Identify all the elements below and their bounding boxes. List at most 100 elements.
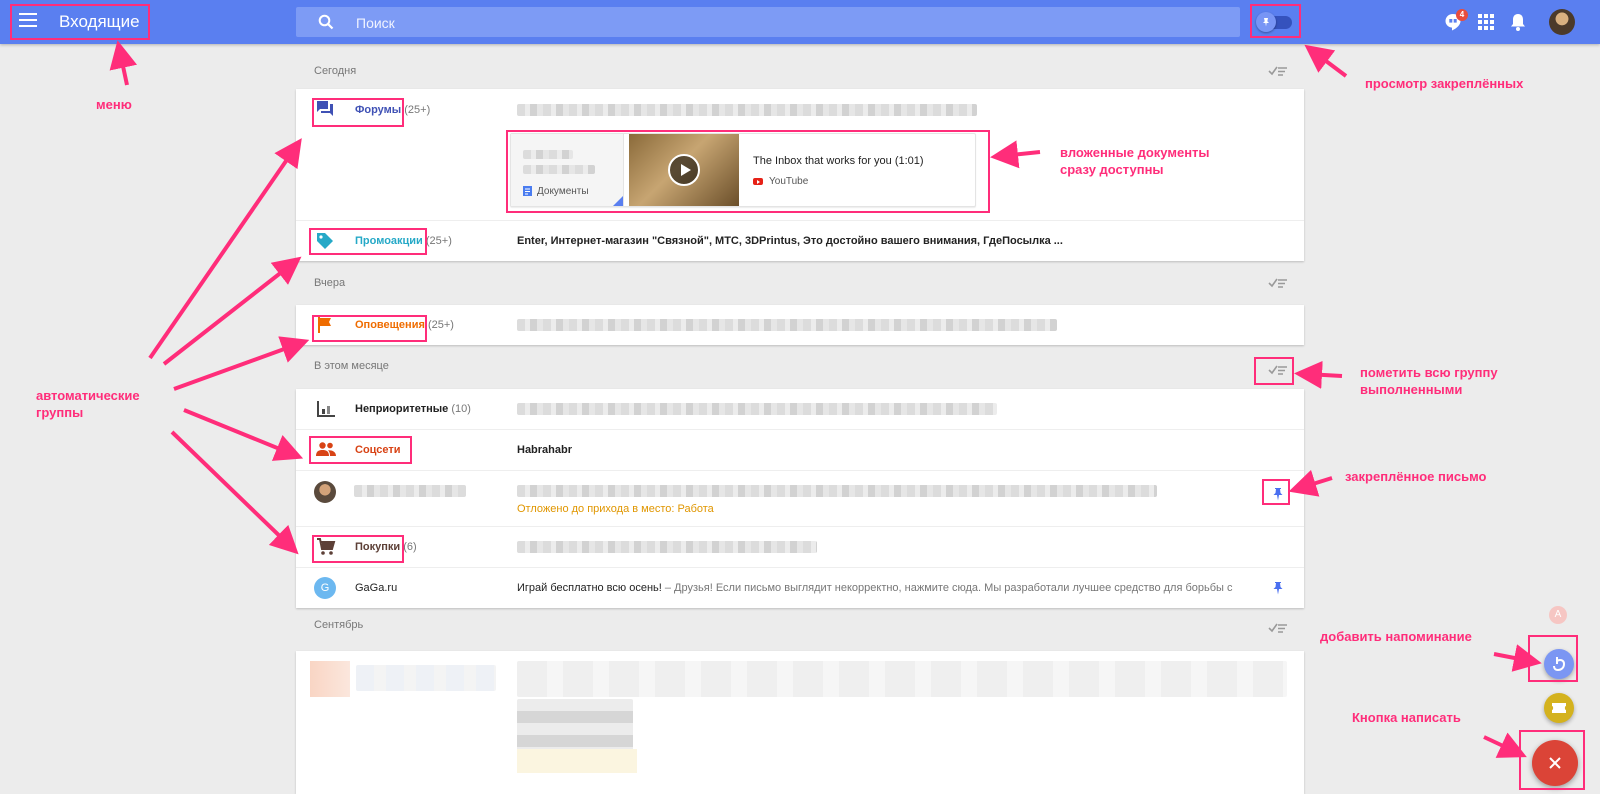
search-icon (318, 14, 334, 30)
pin-icon[interactable] (1272, 581, 1284, 595)
sender-avatar: G (314, 577, 336, 599)
annotation-pinned-view: просмотр закреплённых (1365, 76, 1524, 91)
bundle-name: Неприоритетные (10) (355, 403, 471, 415)
annotation-compose: Кнопка написать (1352, 710, 1461, 725)
arrow-sweep (1294, 360, 1343, 389)
play-icon[interactable] (668, 154, 700, 186)
blurred-sender (356, 665, 496, 691)
bundle-name: Соцсети (355, 444, 401, 456)
arrow-group-updates (173, 336, 310, 391)
bundle-snippet: Habrahabr (517, 444, 573, 456)
sweep-done-icon[interactable] (1268, 364, 1288, 376)
bundle-name: Промоакции (25+) (355, 235, 452, 247)
reminder-avatar-button[interactable]: A (1549, 606, 1567, 624)
doc-corner (613, 196, 623, 206)
document-icon (523, 186, 532, 196)
bundle-name: Оповещения (25+) (355, 319, 454, 331)
email-snippet: Играй бесплатно всю осень! – Друзья! Есл… (517, 582, 1233, 594)
card-yesterday: Оповещения (25+) (296, 305, 1304, 345)
arrow-group-purchases (170, 430, 299, 555)
apps-grid-icon[interactable] (1477, 13, 1495, 31)
ticket-icon (1552, 703, 1566, 713)
email-row-pinned[interactable]: Отложено до прихода в место: Работа (296, 471, 1304, 527)
flag-icon (318, 317, 331, 333)
hamburger-menu-icon[interactable] (19, 13, 37, 27)
document-chip[interactable]: Документы (511, 134, 624, 206)
blurred-sender (354, 485, 466, 497)
arrow-pinned-view (1304, 44, 1348, 78)
bundle-row-low-priority[interactable]: Неприоритетные (10) (296, 389, 1304, 430)
section-label-yesterday: Вчера (314, 277, 346, 289)
sender-avatar (314, 481, 336, 503)
sweep-done-icon[interactable] (1268, 277, 1288, 289)
blurred-block (517, 749, 637, 773)
search-input[interactable] (354, 7, 1218, 39)
card-september (296, 651, 1304, 794)
arrow-group-promotions (162, 256, 302, 366)
people-icon (316, 442, 336, 456)
snooze-note: Отложено до прихода в место: Работа (517, 503, 714, 515)
youtube-icon (753, 178, 763, 185)
pinned-toggle[interactable] (1256, 12, 1294, 32)
bundle-name: Покупки (6) (355, 541, 417, 553)
cart-icon (317, 538, 336, 555)
blurred-avatar (310, 661, 350, 697)
reminder-icon (1553, 657, 1566, 672)
annotation-pinned-email: закреплённое письмо (1345, 469, 1487, 484)
bundle-row-updates[interactable]: Оповещения (25+) (296, 305, 1304, 345)
compose-button[interactable] (1532, 740, 1578, 786)
section-label-september: Сентябрь (314, 619, 364, 631)
document-label: Документы (537, 186, 589, 197)
toggle-knob (1256, 12, 1276, 32)
user-avatar[interactable] (1549, 9, 1575, 35)
sender-name: GaGa.ru (355, 582, 398, 594)
arrow-compose (1483, 732, 1527, 758)
pin-icon (1263, 18, 1269, 27)
add-reminder-button[interactable] (1544, 649, 1574, 679)
search-bar[interactable] (296, 7, 1240, 39)
add-reservation-button[interactable] (1544, 693, 1574, 723)
blurred-doc-title (523, 165, 595, 174)
blurred-snippet (517, 319, 1057, 331)
bundle-row-social[interactable]: Соцсети Habrahabr (296, 430, 1304, 471)
annotation-mark-done: пометить всю группу выполненными (1360, 365, 1498, 397)
close-icon (1549, 757, 1561, 769)
tag-icon (317, 233, 333, 249)
sweep-done-icon[interactable] (1268, 65, 1288, 77)
annotation-attachments: вложенные документы сразу доступны (1060, 145, 1210, 177)
pin-icon[interactable] (1272, 487, 1284, 501)
notification-badge: 4 (1456, 9, 1468, 21)
top-bar: Входящие 4 (0, 0, 1600, 44)
blurred-content (517, 661, 1287, 697)
section-label-this-month: В этом месяце (314, 360, 389, 372)
arrow-menu (109, 40, 138, 86)
video-source: YouTube (769, 176, 809, 187)
blurred-snippet (517, 403, 997, 415)
arrow-pinned-email (1288, 469, 1333, 497)
blurred-snippet (517, 104, 977, 116)
low-priority-icon (317, 401, 335, 417)
bundle-snippet: Enter, Интернет-магазин "Связной", МТС, … (517, 235, 1063, 247)
email-row-gaga[interactable]: G GaGa.ru Играй бесплатно всю осень! – Д… (296, 568, 1304, 608)
sweep-done-icon[interactable] (1268, 622, 1288, 634)
blurred-doc-title (523, 150, 573, 159)
card-this-month: Неприоритетные (10) Соцсети Habrahabr От… (296, 389, 1304, 608)
bundle-row-purchases[interactable]: Покупки (6) (296, 527, 1304, 568)
blurred-snippet (517, 541, 817, 553)
annotation-auto-groups: автоматические группы (36, 388, 140, 420)
bell-icon[interactable] (1509, 12, 1527, 32)
page-title: Входящие (59, 12, 140, 31)
video-thumbnail[interactable] (629, 134, 739, 206)
attachment-preview[interactable]: Документы The Inbox that works for you (… (510, 133, 976, 207)
annotation-menu: меню (96, 97, 132, 112)
annotation-add-reminder: добавить напоминание (1320, 629, 1472, 644)
blurred-snippet (517, 485, 1157, 497)
arrow-reminder (1493, 644, 1542, 672)
arrow-group-forums (148, 138, 302, 360)
bundle-name: Форумы (25+) (355, 104, 431, 116)
video-title[interactable]: The Inbox that works for you (1:01) (753, 155, 924, 167)
arrow-group-social (183, 408, 304, 461)
section-label-today: Сегодня (314, 65, 357, 77)
bundle-row-promotions[interactable]: Промоакции (25+) Enter, Интернет-магазин… (296, 221, 1304, 261)
forum-icon (317, 101, 333, 116)
